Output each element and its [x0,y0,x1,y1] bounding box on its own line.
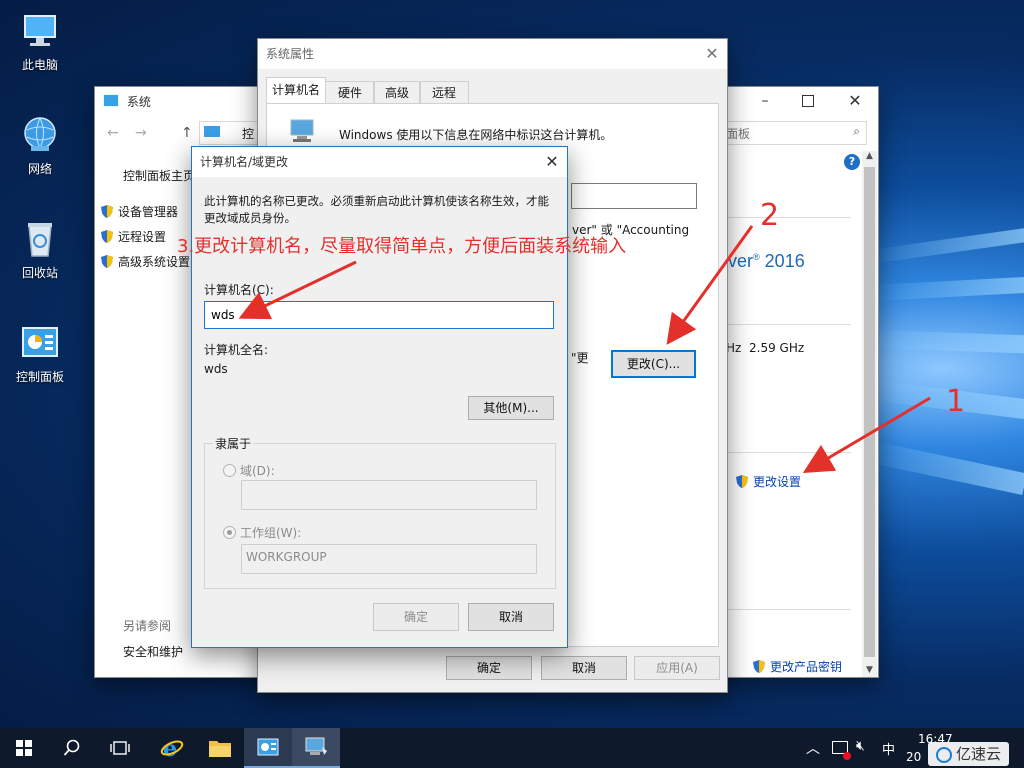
windows-logo-icon [16,740,32,756]
svg-text:e: e [163,736,177,760]
system-properties-icon [305,737,327,755]
ime-indicator[interactable]: 中 [882,739,895,758]
taskbar-file-explorer[interactable] [196,728,244,768]
annotation-step-1: 1 [946,384,966,419]
network-error-icon[interactable] [843,752,851,760]
control-panel-icon [257,738,279,756]
taskbar-control-panel[interactable] [244,728,292,768]
volume-muted-icon[interactable]: 🔇︎ [856,738,865,754]
taskbar-internet-explorer[interactable]: e [148,728,196,768]
annotation-arrows [238,225,931,474]
tray-overflow-icon[interactable]: ︿ [806,738,820,758]
start-button[interactable] [0,728,48,768]
clock-date[interactable]: 20 [906,750,921,764]
annotation-arrow-3 [238,260,357,320]
search-icon [63,739,80,756]
annotation-arrow-1 [802,396,931,474]
watermark: 亿速云 [928,742,1010,766]
task-view-button[interactable] [96,728,144,768]
taskbar-system-properties[interactable] [292,728,340,768]
annotation-step-2: 2 [760,198,780,233]
internet-explorer-icon: e [160,736,184,760]
annotation-arrow-2 [666,225,754,345]
annotation-step-3: 3.更改计算机名，尽量取得简单点，方便后面装系统输入 [177,236,627,257]
folder-icon [209,741,231,757]
search-button[interactable] [48,728,96,768]
task-view-icon [110,741,130,755]
watermark-logo-icon [936,747,952,763]
taskbar: e ︿ 🔇︎ 中 16:47 20 亿速云 [0,728,1024,768]
